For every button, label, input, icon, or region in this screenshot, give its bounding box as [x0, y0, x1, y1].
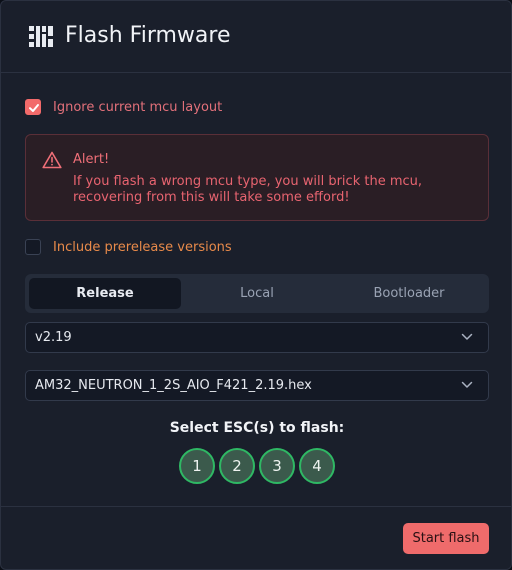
esc-select-title: Select ESC(s) to flash: — [169, 420, 345, 436]
alert-message: If you flash a wrong mcu type, you will … — [73, 174, 423, 205]
dialog-header: Flash Firmware — [1, 1, 511, 73]
grid-logo-icon — [29, 26, 53, 47]
version-select-value: v2.19 — [35, 330, 72, 345]
chevron-down-icon — [461, 333, 473, 340]
ignore-layout-checkbox[interactable] — [25, 99, 41, 115]
footer-divider — [1, 506, 511, 507]
ignore-layout-label: Ignore current mcu layout — [53, 99, 223, 115]
esc-3-button[interactable]: 3 — [259, 448, 295, 484]
prerelease-label: Include prerelease versions — [53, 239, 232, 255]
alert-title: Alert! — [73, 152, 110, 167]
start-flash-button[interactable]: Start flash — [403, 523, 489, 554]
warning-triangle-icon — [42, 151, 62, 169]
flash-firmware-dialog: Flash Firmware Ignore current mcu layout… — [0, 0, 512, 570]
tab-release[interactable]: Release — [29, 278, 181, 309]
chevron-down-icon — [461, 381, 473, 388]
esc-2-button[interactable]: 2 — [219, 448, 255, 484]
esc-4-button[interactable]: 4 — [299, 448, 335, 484]
version-select[interactable]: v2.19 — [25, 322, 489, 353]
dialog-title: Flash Firmware — [65, 23, 231, 48]
esc-1-button[interactable]: 1 — [179, 448, 215, 484]
esc-button-group: 1 2 3 4 — [179, 448, 339, 484]
source-tabs: Release Local Bootloader — [25, 274, 489, 313]
firmware-file-value: AM32_NEUTRON_1_2S_AIO_F421_2.19.hex — [35, 378, 312, 393]
check-icon — [29, 104, 39, 112]
ignore-layout-option[interactable]: Ignore current mcu layout — [25, 97, 222, 117]
prerelease-checkbox[interactable] — [25, 239, 41, 255]
alert-box: Alert! If you flash a wrong mcu type, yo… — [25, 134, 489, 221]
tab-local[interactable]: Local — [181, 278, 333, 309]
firmware-file-select[interactable]: AM32_NEUTRON_1_2S_AIO_F421_2.19.hex — [25, 370, 489, 401]
tab-bootloader[interactable]: Bootloader — [333, 278, 485, 309]
prerelease-option[interactable]: Include prerelease versions — [25, 237, 232, 257]
